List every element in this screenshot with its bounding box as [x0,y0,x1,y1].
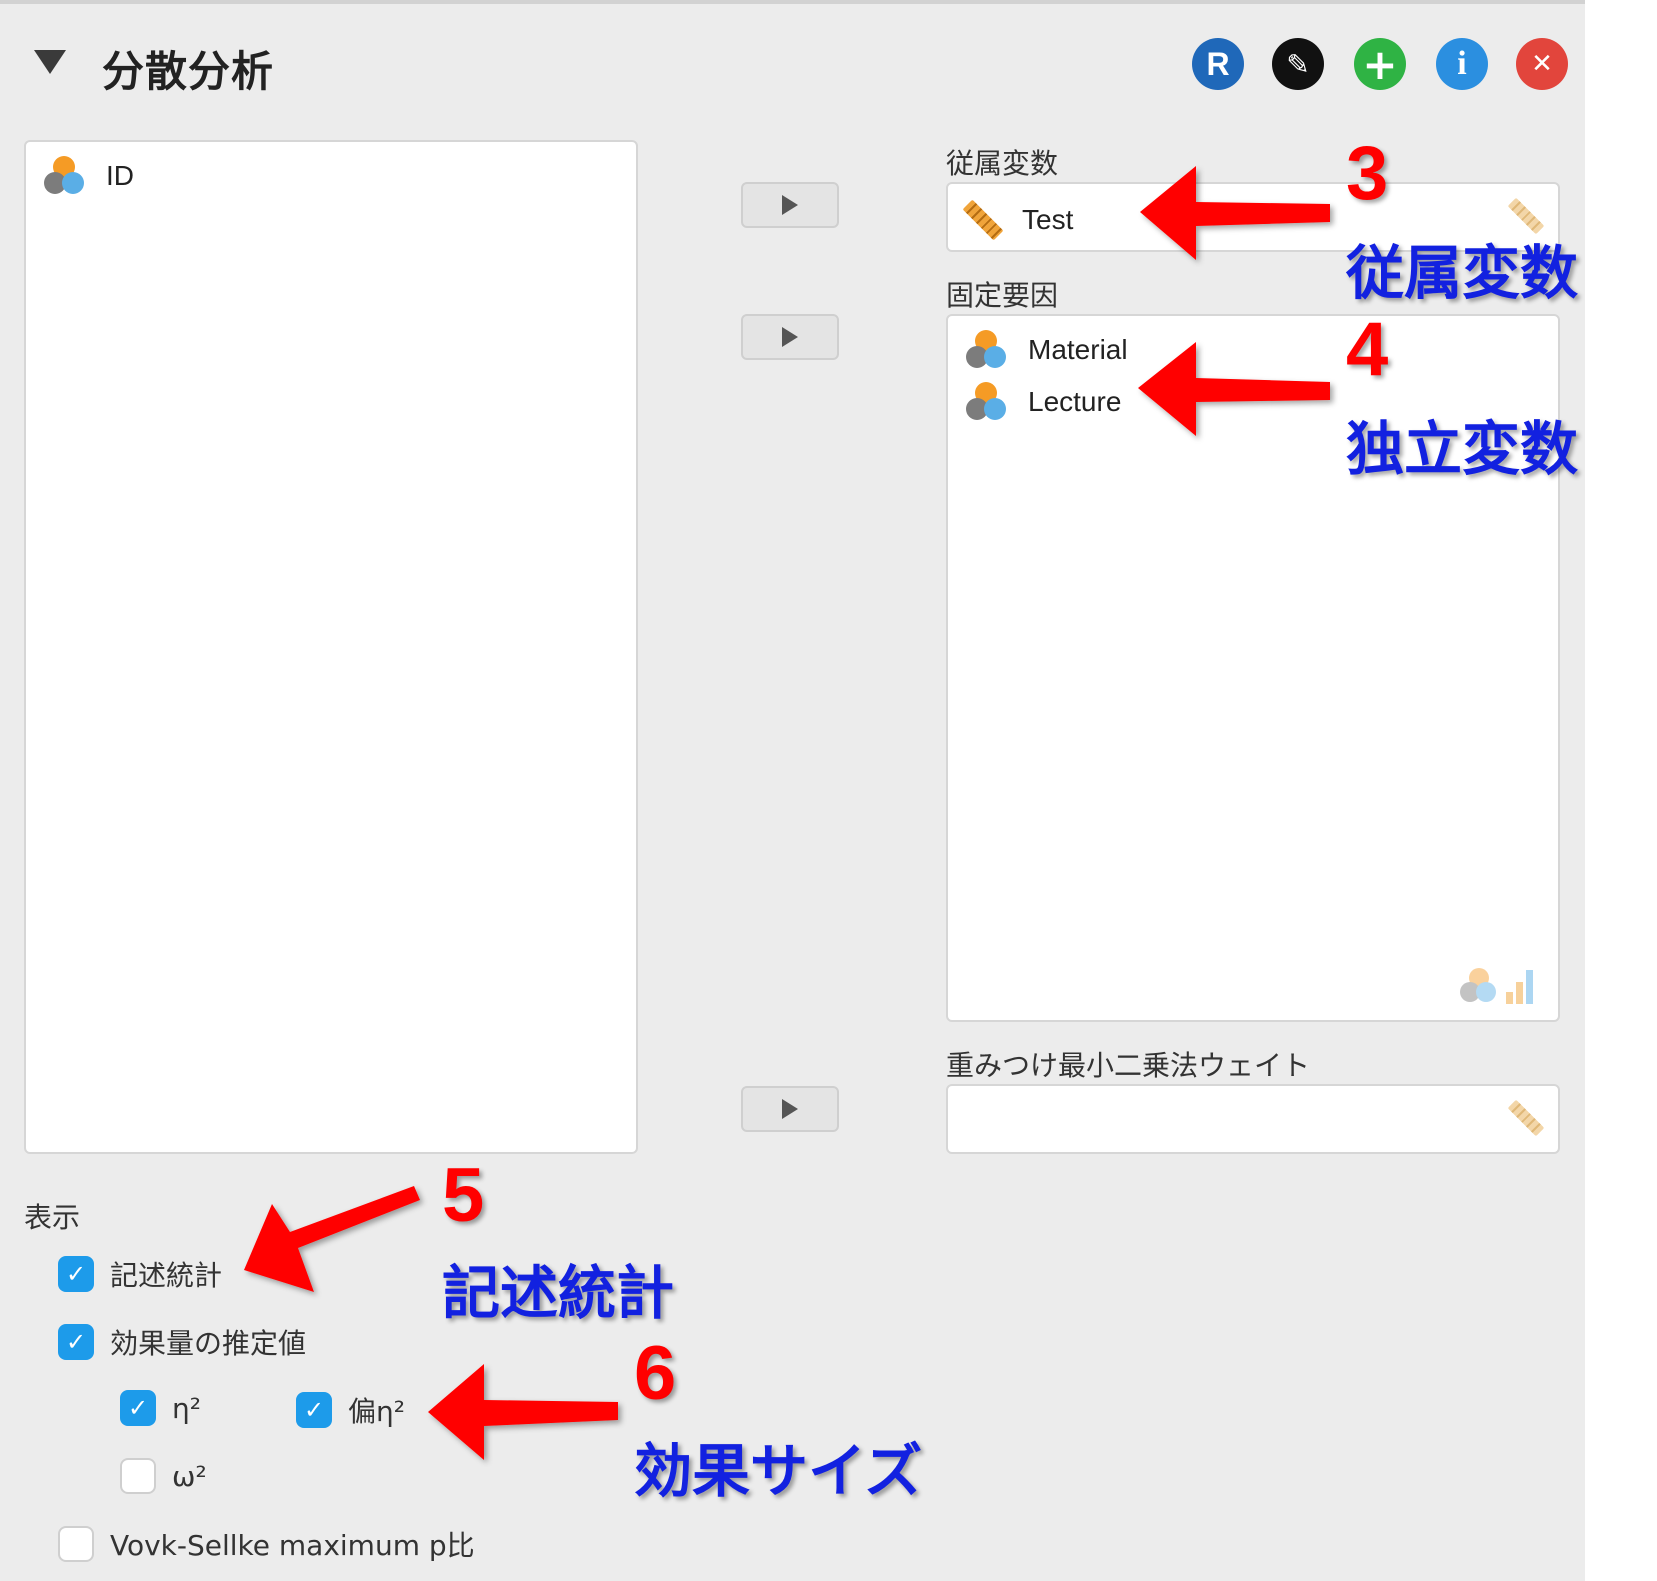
nominal-variable-icon [44,156,84,196]
checkbox-checked[interactable]: ✓ [58,1324,94,1360]
r-icon: R [1206,45,1230,82]
nominal-type-icon [1460,968,1496,1004]
eta-squared-option[interactable]: ✓ η² [120,1390,201,1426]
top-border [0,0,1585,4]
checkmark-icon: ✓ [303,1396,325,1424]
list-item-test[interactable]: Test [962,198,1074,242]
option-label: 偏η² [348,1395,405,1428]
descriptives-option[interactable]: ✓ 記述統計 [58,1254,222,1294]
list-item-id[interactable]: ID [44,156,134,196]
wls-weights-box[interactable] [946,1084,1560,1154]
edit-button[interactable]: ✎ [1272,38,1324,90]
add-button[interactable]: + [1354,38,1406,90]
allowed-types-icons [1460,968,1533,1004]
partial-eta-squared-option[interactable]: ✓ 偏η² [296,1390,405,1430]
checkbox-checked[interactable]: ✓ [120,1390,156,1426]
display-section-label: 表示 [24,1201,81,1234]
list-item-lecture[interactable]: Lecture [966,382,1121,422]
r-syntax-button[interactable]: R [1192,38,1244,90]
variable-label: Material [1028,334,1128,365]
option-label: Vovk-Sellke maximum p比 [110,1529,475,1562]
list-item-material[interactable]: Material [966,330,1128,370]
annotation-label-3: 従属変数 [1346,239,1579,307]
vovk-sellke-option[interactable]: Vovk-Sellke maximum p比 [58,1524,475,1564]
ordinal-bar-icon [1506,970,1533,1004]
checkbox-unchecked[interactable] [120,1458,156,1494]
annotation-number-5: 5 [442,1153,485,1238]
info-button[interactable]: i [1436,38,1488,90]
move-to-wls-weights-button[interactable] [741,1086,839,1132]
effect-size-option[interactable]: ✓ 効果量の推定値 [58,1322,306,1362]
play-arrow-icon [782,327,798,347]
checkmark-icon: ✓ [127,1394,149,1422]
collapse-triangle-icon[interactable] [34,50,66,74]
checkbox-checked[interactable]: ✓ [296,1392,332,1428]
option-label: η² [172,1391,201,1425]
dependent-variable-label: 従属変数 [946,147,1059,180]
pencil-icon: ✎ [1286,47,1310,81]
checkbox-unchecked[interactable] [58,1526,94,1562]
option-label: 記述統計 [110,1259,223,1292]
close-icon: ✕ [1531,49,1553,79]
allowed-scale-ruler-icon [1507,1099,1545,1137]
nominal-variable-icon [966,382,1006,422]
annotation-label-5: 記述統計 [442,1259,675,1327]
checkmark-icon: ✓ [65,1260,87,1288]
close-button[interactable]: ✕ [1516,38,1568,90]
fixed-factors-label: 固定要因 [946,279,1059,312]
play-arrow-icon [782,195,798,215]
variable-label: ID [106,160,134,191]
checkmark-icon: ✓ [65,1328,87,1356]
annotation-number-4: 4 [1346,307,1389,392]
scale-ruler-icon [962,199,1004,241]
option-label: 効果量の推定値 [110,1327,307,1360]
variable-label: Test [1022,204,1074,235]
annotation-label-4: 独立変数 [1346,415,1579,483]
play-arrow-icon [782,1099,798,1119]
annotation-number-3: 3 [1346,131,1389,216]
annotation-label-6: 効果サイズ [634,1437,923,1505]
annotation-number-6: 6 [634,1331,677,1416]
plus-icon: + [1362,39,1398,89]
source-variable-list[interactable]: ID [24,140,638,1154]
analysis-title: 分散分析 [102,47,275,96]
move-to-dependent-button[interactable] [741,182,839,228]
wls-weights-label: 重みつけ最小二乗法ウェイト [946,1049,1311,1082]
omega-squared-option[interactable]: ω² [120,1458,207,1494]
nominal-variable-icon [966,330,1006,370]
info-icon: i [1457,45,1467,82]
move-to-fixed-factors-button[interactable] [741,314,839,360]
checkbox-checked[interactable]: ✓ [58,1256,94,1292]
variable-label: Lecture [1028,386,1122,417]
option-label: ω² [172,1459,207,1493]
